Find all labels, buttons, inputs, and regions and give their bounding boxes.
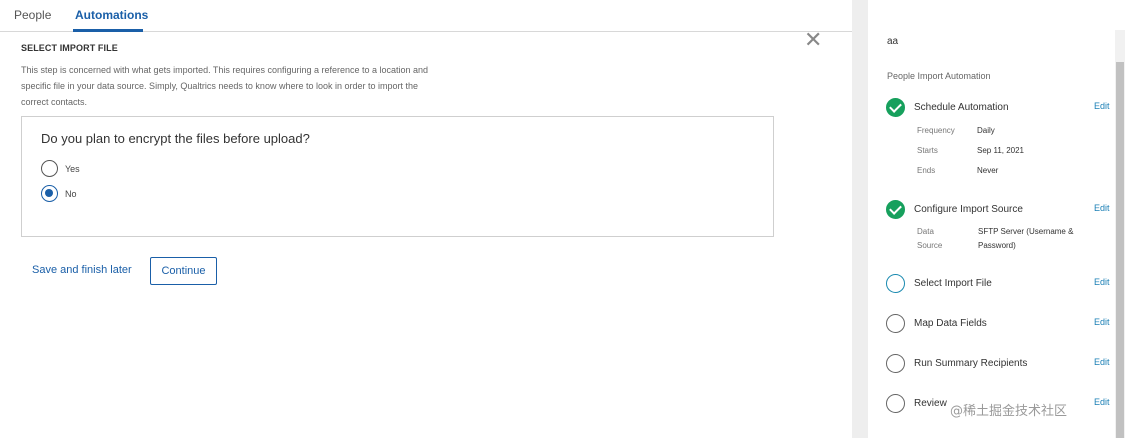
starts-value: Sep 11, 2021 <box>977 146 1025 155</box>
step-title: SELECT IMPORT FILE <box>21 43 118 53</box>
frequency-label: Frequency <box>917 126 955 135</box>
tab-automations[interactable]: Automations <box>75 8 148 22</box>
option-yes[interactable]: Yes <box>41 160 80 177</box>
radio-yes[interactable] <box>41 160 58 177</box>
step-label: Map Data Fields <box>914 318 987 329</box>
edit-source-link[interactable]: Edit <box>1094 203 1110 213</box>
sidebar-step-select-file[interactable]: Select Import File <box>886 274 992 293</box>
option-no-label: No <box>65 188 77 199</box>
continue-button[interactable]: Continue <box>150 257 217 285</box>
sidebar-heading: People Import Automation <box>887 71 991 81</box>
starts-label: Starts <box>917 146 938 155</box>
ends-value: Never <box>977 166 999 175</box>
option-no[interactable]: No <box>41 185 77 202</box>
sidebar-step-configure-source[interactable]: Configure Import Source <box>886 200 1023 219</box>
step-label: Review <box>914 398 947 409</box>
sidebar-step-summary-recipients[interactable]: Run Summary Recipients <box>886 354 1027 373</box>
circle-icon <box>886 314 905 333</box>
sidebar-step-review[interactable]: Review <box>886 394 947 413</box>
tab-bar: People Automations <box>0 0 852 32</box>
main-panel: ✕ SELECT IMPORT FILE This step is concer… <box>0 30 852 438</box>
step-label: Configure Import Source <box>914 204 1023 215</box>
question-text: Do you plan to encrypt the files before … <box>41 131 310 146</box>
radio-no[interactable] <box>41 185 58 202</box>
step-label: Schedule Automation <box>914 102 1009 113</box>
sidebar-scrollbar-thumb[interactable] <box>1116 62 1124 438</box>
option-yes-label: Yes <box>65 163 80 174</box>
circle-icon <box>886 394 905 413</box>
frequency-value: Daily <box>977 126 995 135</box>
step-label: Run Summary Recipients <box>914 358 1028 369</box>
tab-people[interactable]: People <box>14 8 51 22</box>
panel-divider <box>852 0 868 438</box>
edit-map-fields-link[interactable]: Edit <box>1094 317 1110 327</box>
check-circle-icon <box>886 98 905 117</box>
close-icon[interactable]: ✕ <box>804 30 822 52</box>
save-and-finish-later-link[interactable]: Save and finish later <box>32 264 132 276</box>
data-source-value-line1: SFTP Server (Username & <box>978 227 1074 236</box>
edit-review-link[interactable]: Edit <box>1094 397 1110 407</box>
sidebar-step-schedule[interactable]: Schedule Automation <box>886 98 1009 117</box>
sidebar-step-map-fields[interactable]: Map Data Fields <box>886 314 987 333</box>
data-source-label-line2: Source <box>917 241 943 250</box>
step-description: This step is concerned with what gets im… <box>21 65 429 107</box>
data-source-label-line1: Data <box>917 227 934 236</box>
edit-schedule-link[interactable]: Edit <box>1094 101 1110 111</box>
circle-icon <box>886 354 905 373</box>
edit-summary-recipients-link[interactable]: Edit <box>1094 357 1110 367</box>
step-label: Select Import File <box>914 278 992 289</box>
watermark: @稀土掘金技术社区 <box>950 404 1068 419</box>
edit-select-file-link[interactable]: Edit <box>1094 277 1110 287</box>
question-card: Do you plan to encrypt the files before … <box>21 116 774 237</box>
data-source-value-line2: Password) <box>978 241 1016 250</box>
check-circle-icon <box>886 200 905 219</box>
ends-label: Ends <box>917 166 936 175</box>
circle-icon <box>886 274 905 293</box>
automation-name: aa <box>887 36 899 47</box>
